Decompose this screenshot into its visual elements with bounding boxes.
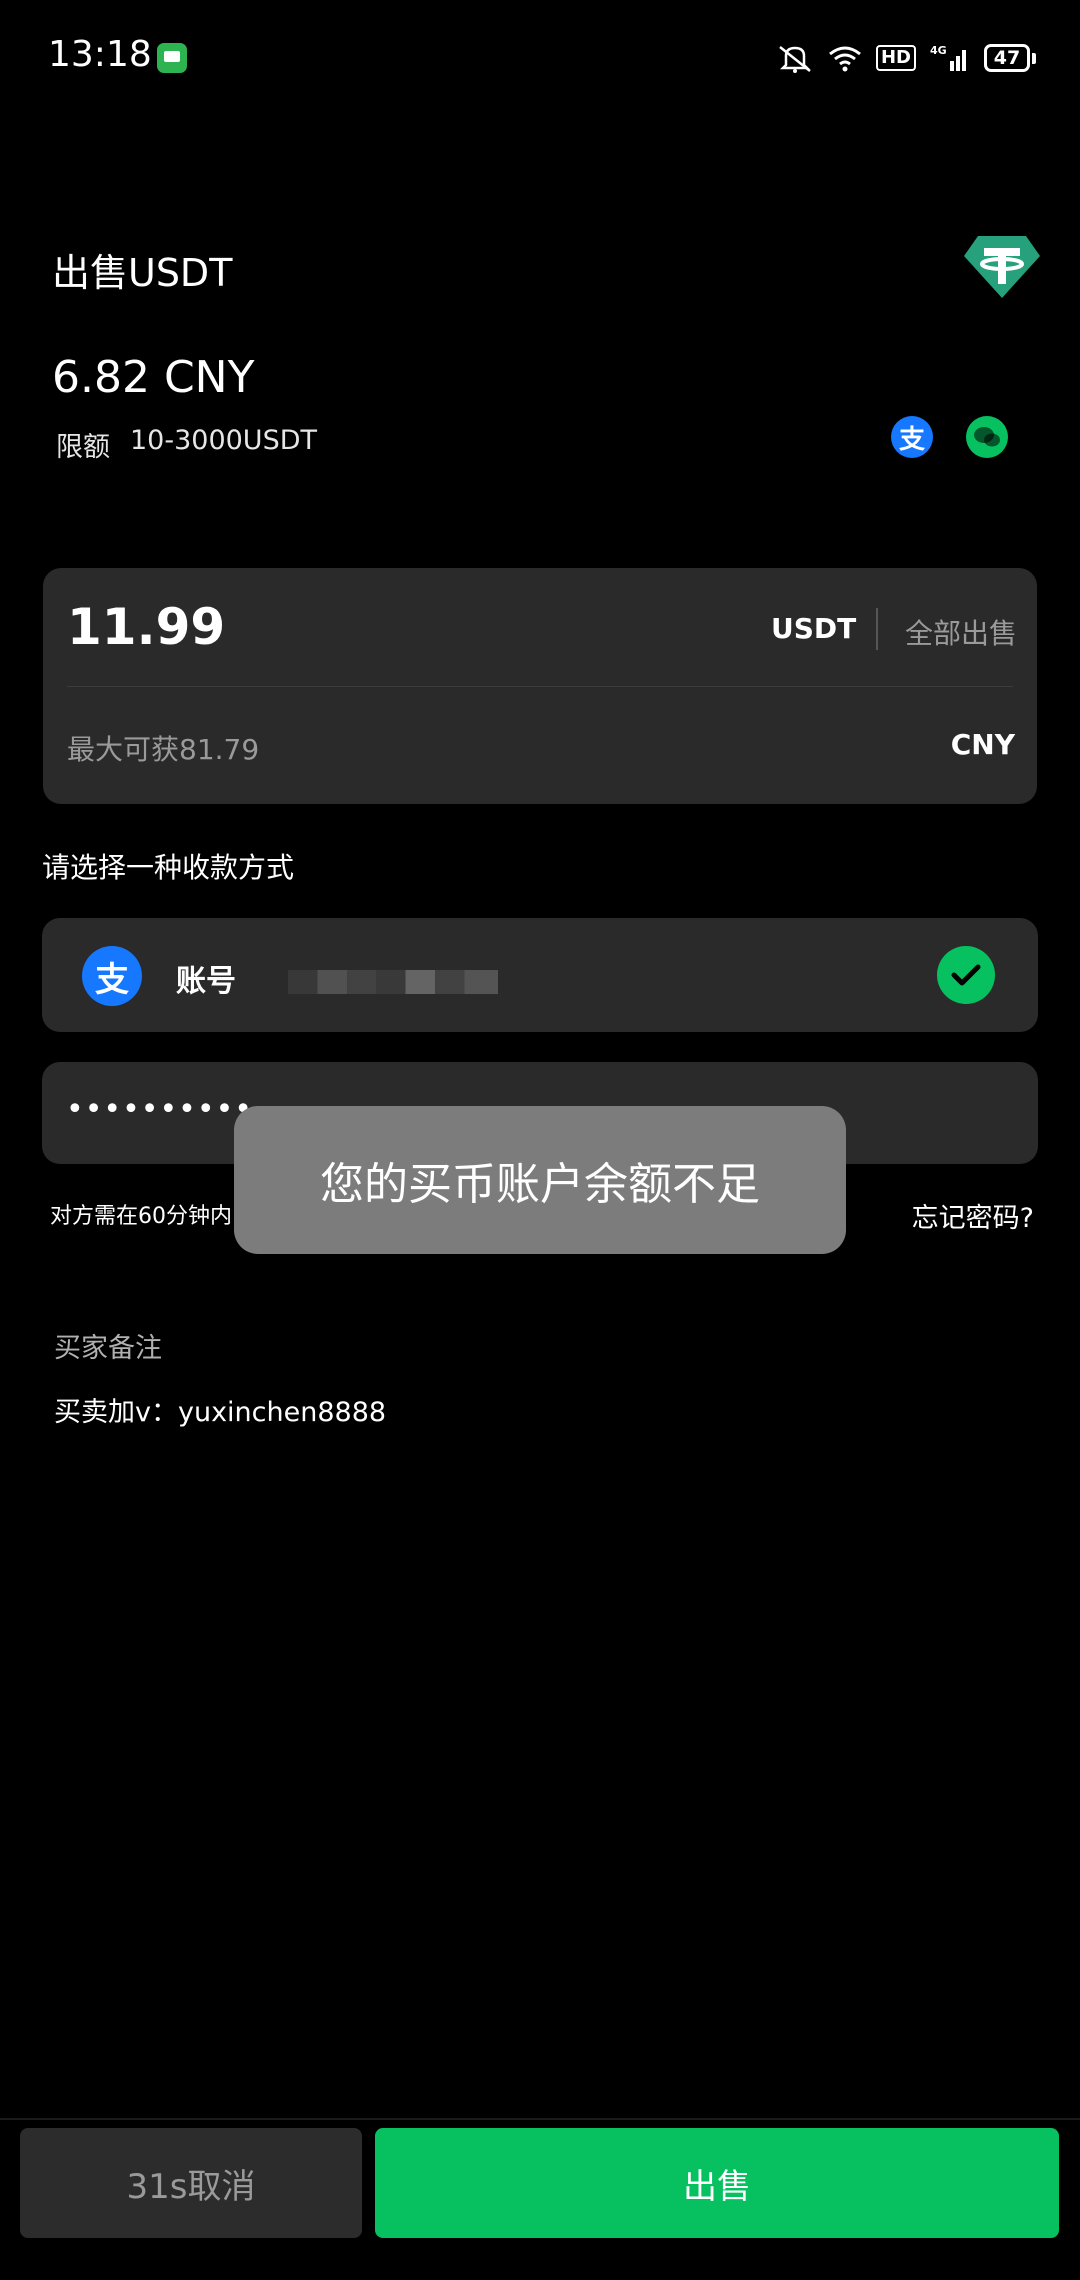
status-bar: 13:18 HD 4G 47: [0, 0, 1080, 120]
status-icons: HD 4G 47: [776, 38, 1036, 78]
wechat-pay-icon: [966, 416, 1008, 458]
payment-section-label: 请选择一种收款方式: [42, 851, 295, 884]
buyer-note-label: 买家备注: [54, 1333, 162, 1364]
page-title: 出售USDT: [52, 251, 233, 295]
amount-card: 11.99 USDT 全部出售 最大可获81.79 CNY: [43, 568, 1037, 804]
battery-indicator: 47: [984, 44, 1036, 72]
silent-icon: [776, 43, 814, 73]
divider: [0, 2118, 1080, 2120]
price: 6.82 CNY: [52, 352, 255, 403]
alipay-icon: 支: [82, 946, 142, 1006]
svg-text:4G: 4G: [930, 44, 947, 57]
alipay-icon: 支: [891, 416, 933, 458]
divider: [876, 608, 878, 650]
wifi-icon: [828, 44, 862, 72]
limit-label: 限额: [56, 432, 110, 463]
sell-button[interactable]: 出售: [375, 2128, 1059, 2238]
message-app-icon: [157, 43, 187, 73]
battery-level: 47: [984, 44, 1030, 72]
receive-unit: CNY: [950, 728, 1015, 761]
account-label: 账号: [176, 964, 236, 999]
divider: [67, 686, 1013, 687]
tether-logo-icon: [962, 232, 1042, 300]
masked-account-number: [288, 970, 498, 994]
amount-input[interactable]: 11.99: [67, 598, 225, 656]
hd-badge: HD: [875, 45, 916, 71]
payment-method-alipay[interactable]: 支 账号: [42, 918, 1038, 1032]
limit-value: 10-3000USDT: [130, 425, 317, 456]
cancel-button[interactable]: 31s取消: [20, 2128, 362, 2238]
signal-icon: 4G: [930, 43, 970, 73]
password-dots: ••••••••••: [66, 1092, 253, 1127]
time-limit-hint: 对方需在60分钟内: [50, 1204, 232, 1229]
toast-message: 您的买币账户余额不足: [234, 1106, 846, 1254]
limit-row: 限额 10-3000USDT: [56, 425, 317, 464]
battery-cap: [1032, 52, 1036, 64]
forgot-password-link[interactable]: 忘记密码?: [912, 1196, 1034, 1235]
sell-all-button[interactable]: 全部出售: [905, 612, 1017, 652]
amount-unit: USDT: [771, 612, 857, 645]
buyer-note-text: 买卖加v：yuxinchen8888: [54, 1397, 387, 1428]
status-time: 13:18: [48, 34, 152, 75]
check-icon: [937, 946, 995, 1004]
max-receive-text: 最大可获81.79: [67, 733, 260, 766]
